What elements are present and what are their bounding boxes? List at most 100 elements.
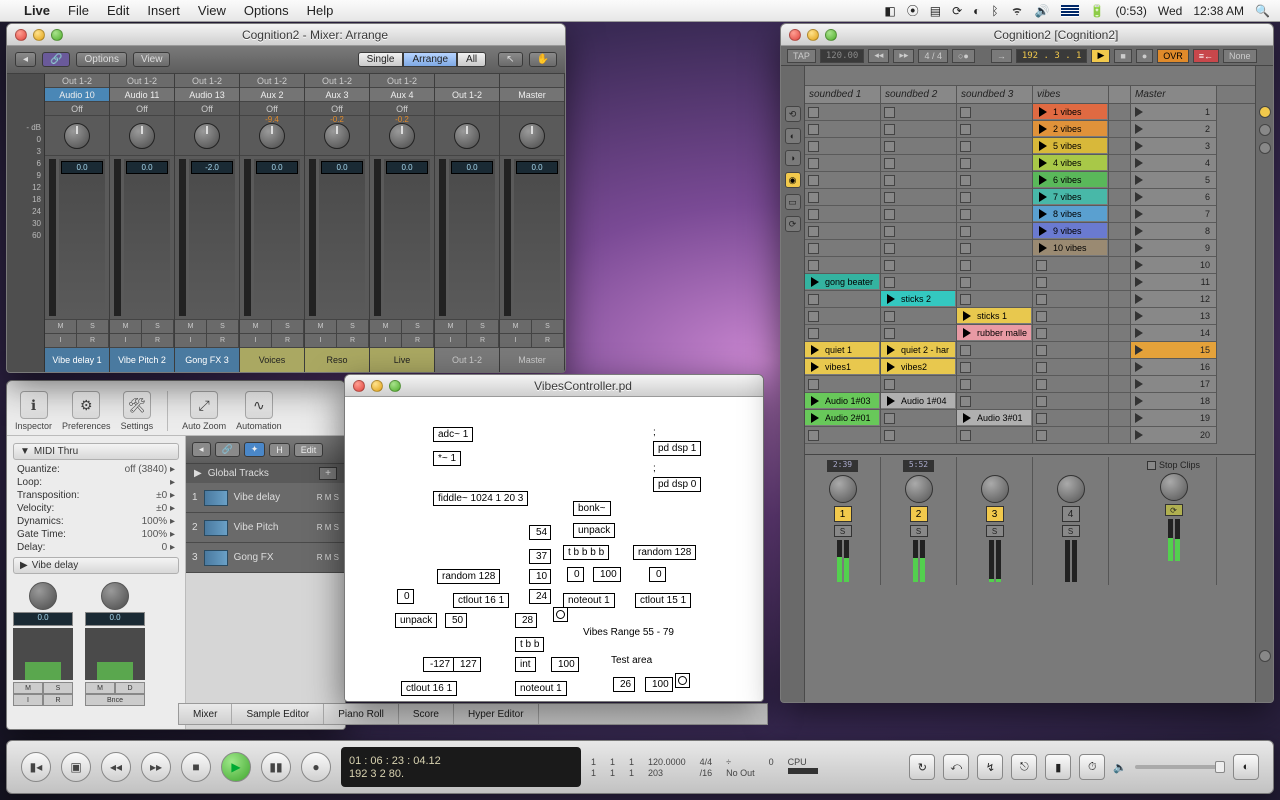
clip-slot[interactable]: 20 <box>1131 427 1216 444</box>
inspector-row[interactable]: Delay:0 ▸ <box>13 541 179 554</box>
clip-slot[interactable] <box>805 104 880 121</box>
clip-slot[interactable]: 1 <box>1131 104 1216 121</box>
clip-slot[interactable] <box>805 189 880 206</box>
clip-slot[interactable]: Audio 1#04 <box>881 393 956 410</box>
close-button[interactable] <box>353 380 365 392</box>
clip-slot[interactable] <box>881 138 956 155</box>
menu-file[interactable]: File <box>68 3 89 18</box>
mixer-channel[interactable]: Out 1-2 0.0 MS IR Out 1-2 <box>435 74 500 373</box>
midi-thru-header[interactable]: ▼ MIDI Thru <box>13 443 179 460</box>
clip-slot[interactable] <box>805 240 880 257</box>
clip-slot[interactable]: 2 vibes <box>1033 121 1108 138</box>
io-icon[interactable]: ⟲ <box>785 106 801 122</box>
clip-slot[interactable] <box>881 104 956 121</box>
transport-lcd[interactable]: 01 : 06 : 23 : 04.12 192 3 2 80. <box>341 747 581 787</box>
clip-slot[interactable] <box>957 274 1032 291</box>
clip-slot[interactable]: 13 <box>1131 308 1216 325</box>
pd-num[interactable]: 10 <box>529 569 551 584</box>
status-icon[interactable]: ◧ <box>884 4 895 18</box>
clip-slot[interactable] <box>1109 291 1130 308</box>
clip-slot[interactable] <box>1033 325 1108 342</box>
clip-slot[interactable] <box>1109 393 1130 410</box>
clip-slot[interactable] <box>805 223 880 240</box>
clip-slot[interactable]: vibes2 <box>881 359 956 376</box>
pd-num[interactable]: 100 <box>551 657 579 672</box>
nudge-down[interactable]: ◂◂ <box>868 49 889 63</box>
clip-slot[interactable]: 1 vibes <box>1033 104 1108 121</box>
clip-slot[interactable]: 6 vibes <box>1033 172 1108 189</box>
zoom-button[interactable] <box>51 29 63 41</box>
clip-slot[interactable]: 2 <box>1131 121 1216 138</box>
mixer-channel[interactable]: Out 1-2 Audio 10 Off 0.0 MS IR Vibe dela… <box>45 74 110 373</box>
clip-slot[interactable] <box>1033 427 1108 444</box>
track-row[interactable]: 1Vibe delayR M S <box>186 483 345 513</box>
app-menu[interactable]: Live <box>24 3 50 18</box>
clip-slot[interactable] <box>1109 189 1130 206</box>
minimize-button[interactable] <box>33 29 45 41</box>
master-header[interactable]: Master <box>1131 86 1217 103</box>
live-mixer-channel[interactable]: 5:52 2 S <box>881 457 957 585</box>
bluetooth-icon[interactable]: ᛒ <box>991 4 998 18</box>
clip-slot[interactable] <box>1109 104 1130 121</box>
clip-slot[interactable]: 4 <box>1131 155 1216 172</box>
clip-slot[interactable]: 3 <box>1131 138 1216 155</box>
clip-slot[interactable] <box>1109 410 1130 427</box>
clip-slot[interactable] <box>805 257 880 274</box>
back-to-arr[interactable]: ≡← <box>1193 49 1219 63</box>
clip-slot[interactable] <box>881 121 956 138</box>
clip-slot[interactable]: 12 <box>1131 291 1216 308</box>
clip-slot[interactable] <box>1109 206 1130 223</box>
nudge-up[interactable]: ▸▸ <box>893 49 914 63</box>
goto-sel-button[interactable]: ▣ <box>61 752 91 782</box>
clip-slot[interactable] <box>881 206 956 223</box>
menu-edit[interactable]: Edit <box>107 3 129 18</box>
clip-slot[interactable] <box>1109 308 1130 325</box>
clip-slot[interactable] <box>1033 308 1108 325</box>
clip-slot[interactable] <box>1109 155 1130 172</box>
clip-slot[interactable] <box>1109 223 1130 240</box>
sends-icon[interactable]: ◐ <box>785 128 801 144</box>
inspector-row[interactable]: Velocity:±0 ▸ <box>13 502 179 515</box>
pd-bang[interactable] <box>675 673 690 688</box>
live-mixer-channel[interactable]: 3 S <box>957 457 1033 585</box>
pd-num[interactable]: 37 <box>529 549 551 564</box>
mixer-channel[interactable]: Out 1-2 Aux 3 Off -0.2 0.0 MS IR Reso <box>305 74 370 373</box>
pd-num[interactable]: 54 <box>529 525 551 540</box>
clip-slot[interactable] <box>957 257 1032 274</box>
clip-slot[interactable]: 10 <box>1131 257 1216 274</box>
clip-slot[interactable] <box>957 427 1032 444</box>
mixer-channel[interactable]: Out 1-2 Aux 2 Off -9.4 0.0 MS IR Voices <box>240 74 305 373</box>
sync-button[interactable]: ⎋ <box>1011 754 1037 780</box>
clip-slot[interactable]: 16 <box>1131 359 1216 376</box>
pd-canvas[interactable]: adc~ 1 *~ 1 fiddle~ 1024 1 20 3 bonk~ un… <box>345 397 763 701</box>
clip-slot[interactable] <box>805 325 880 342</box>
pd-num[interactable]: 28 <box>515 613 537 628</box>
inspector-row[interactable]: Transposition:±0 ▸ <box>13 489 179 502</box>
wifi-icon[interactable] <box>1010 4 1024 18</box>
track-header[interactable]: soundbed 3 <box>957 86 1033 103</box>
clip-slot[interactable] <box>957 359 1032 376</box>
clock-day[interactable]: Wed <box>1158 4 1182 18</box>
clip-slot[interactable] <box>881 427 956 444</box>
clip-slot[interactable]: Audio 1#03 <box>805 393 880 410</box>
clip-slot[interactable]: 8 vibes <box>1033 206 1108 223</box>
back-button[interactable]: ◂ <box>15 52 36 67</box>
clip-slot[interactable]: 9 vibes <box>1033 223 1108 240</box>
flag-icon[interactable] <box>1061 5 1079 17</box>
mixer-channel[interactable]: Out 1-2 Aux 4 Off -0.2 0.0 MS IR Live <box>370 74 435 373</box>
pd-num[interactable]: 26 <box>613 677 635 692</box>
pd-obj-tbb[interactable]: t b b <box>515 637 544 652</box>
clip-slot[interactable] <box>1109 325 1130 342</box>
hand-tool[interactable]: ✋ <box>529 52 557 67</box>
pause-button[interactable]: ▮▮ <box>261 752 291 782</box>
zoom-button[interactable] <box>825 29 837 41</box>
live-master-channel[interactable]: Stop Clips ⟳ <box>1131 457 1217 585</box>
live-mixer-channel[interactable]: 2:39 1 S <box>805 457 881 585</box>
volume-icon[interactable]: 🔊 <box>1035 4 1050 18</box>
clip-slot[interactable]: Audio 2#01 <box>805 410 880 427</box>
pd-msg[interactable]: pd dsp 1 <box>653 441 701 456</box>
clip-slot[interactable] <box>881 274 956 291</box>
clip-slot[interactable] <box>805 291 880 308</box>
goto-start-button[interactable]: ▮◂ <box>21 752 51 782</box>
pd-obj-ctlout[interactable]: ctlout 15 1 <box>635 593 691 608</box>
